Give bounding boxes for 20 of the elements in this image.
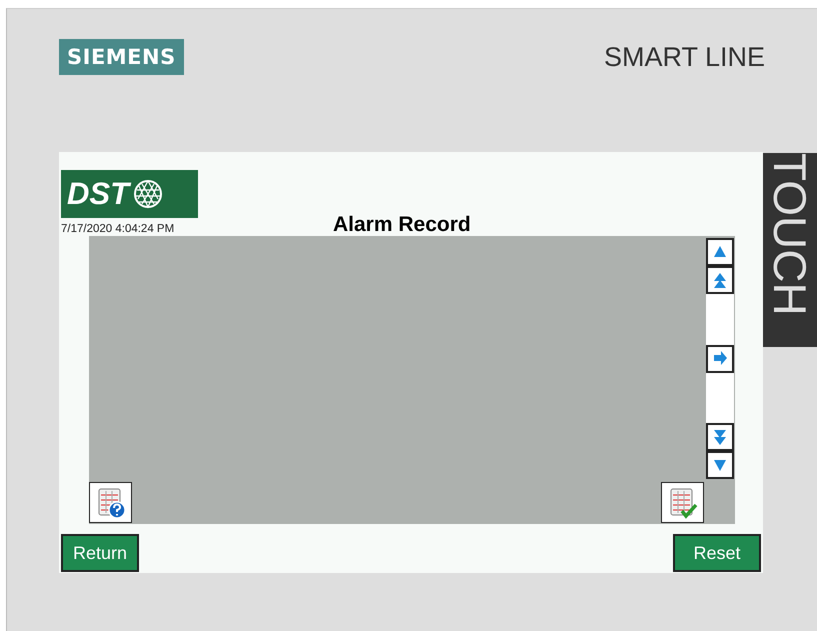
product-line-label: SMART LINE bbox=[604, 42, 765, 72]
double-up-arrow-icon bbox=[713, 272, 727, 288]
double-down-arrow-icon bbox=[713, 428, 727, 446]
screen-title: Alarm Record bbox=[333, 213, 471, 237]
brand-logo: SIEMENS bbox=[59, 39, 184, 75]
scroll-button[interactable] bbox=[706, 344, 734, 372]
scroll-button[interactable] bbox=[706, 266, 734, 294]
scroll-button[interactable] bbox=[706, 423, 734, 451]
right-arrow-icon bbox=[713, 350, 727, 367]
screen-button[interactable]: Return bbox=[61, 534, 140, 572]
date-time: 7/17/2020 4:04:24 PM bbox=[61, 223, 176, 235]
table-check-icon bbox=[668, 486, 698, 518]
scroll-button[interactable] bbox=[706, 238, 734, 266]
tool-button[interactable] bbox=[661, 482, 704, 523]
side-badge: TOUCH bbox=[763, 153, 817, 347]
company-logo: DST bbox=[61, 170, 198, 218]
table-help-icon bbox=[96, 486, 126, 518]
scroll-button[interactable] bbox=[706, 451, 734, 479]
tool-button[interactable] bbox=[89, 482, 132, 523]
screen-button[interactable]: Reset bbox=[673, 534, 761, 572]
